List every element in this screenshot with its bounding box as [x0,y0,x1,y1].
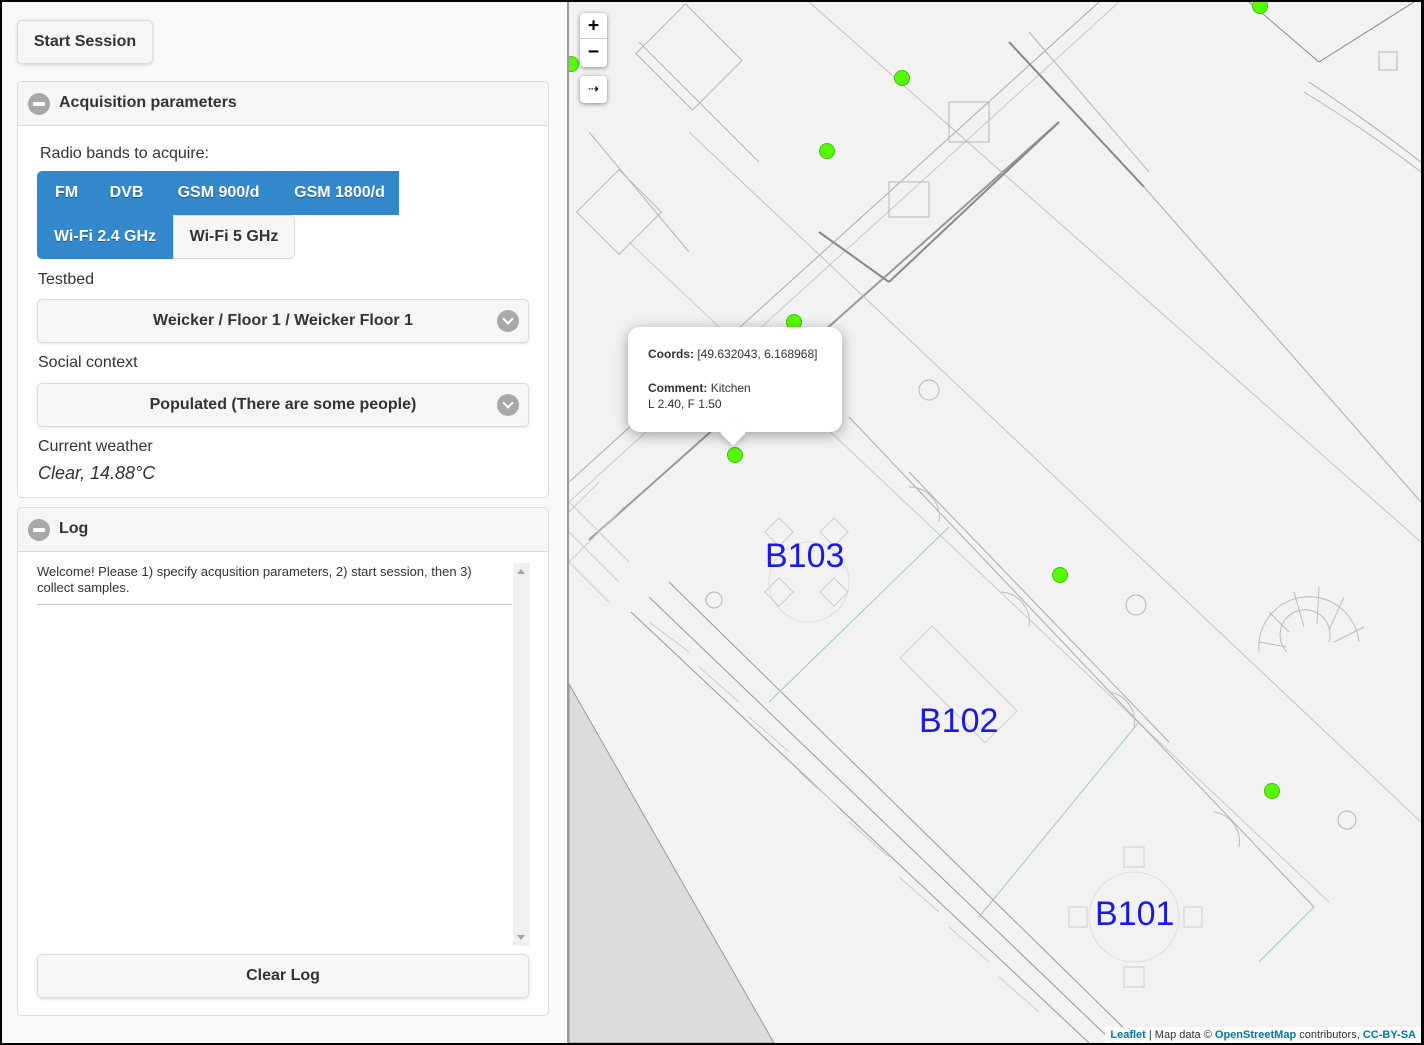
map-attribution: Leaflet | Map data © OpenStreetMap contr… [1105,1027,1421,1043]
scroll-up-arrow-icon[interactable] [517,569,525,574]
log-text: Welcome! Please 1) specify acqusition pa… [37,564,512,605]
floor-plan-map[interactable]: B103 B102 B101 Coords: [49.632043, 6.168… [569,2,1421,1043]
exterior-area [569,682,775,1043]
sample-marker[interactable] [819,143,835,159]
band-toggle-gsm1800[interactable]: GSM 1800/d [280,171,399,215]
sample-marker[interactable] [1264,783,1280,799]
social-context-value: Populated (There are some people) [149,396,417,413]
band-toggle-dvb[interactable]: DVB [96,171,157,215]
chevron-down-icon [497,310,519,332]
clear-log-button[interactable]: Clear Log [37,954,529,998]
popup-extra: L 2.40, F 1.50 [648,397,722,411]
start-session-button[interactable]: Start Session [17,20,153,64]
band-toggle-wifi24[interactable]: Wi-Fi 2.4 GHz [37,215,173,259]
weather-value: Clear, 14.88°C [38,463,156,483]
weather-label: Current weather [38,438,153,455]
log-panel: Log Welcome! Please 1) specify acqusitio… [17,507,549,1016]
control-panel: Start Session Acquisition parameters Rad… [2,2,567,1043]
scroll-down-arrow-icon[interactable] [517,935,525,940]
leaflet-link[interactable]: Leaflet [1110,1029,1145,1041]
room-label-b103: B103 [765,537,845,575]
chevron-down-icon [497,394,519,416]
marker-popup: Coords: [49.632043, 6.168968] Comment: K… [628,327,842,446]
testbed-value: Weicker / Floor 1 / Weicker Floor 1 [153,312,413,329]
sample-marker[interactable] [1052,567,1068,583]
band-toggle-wifi5[interactable]: Wi-Fi 5 GHz [173,215,295,259]
testbed-select[interactable]: Weicker / Floor 1 / Weicker Floor 1 [37,299,529,343]
sample-marker[interactable] [894,70,910,86]
acquisition-parameters-panel: Acquisition parameters Radio bands to ac… [17,81,549,498]
collapse-icon [28,93,50,115]
sample-marker-selected[interactable] [727,447,743,463]
popup-coords: Coords: [49.632043, 6.168968] [648,347,818,361]
arrow-right-icon[interactable]: ⇢ [580,76,607,103]
zoom-in-button[interactable]: + [580,13,607,39]
room-label-b101: B101 [1095,895,1175,933]
room-label-b102: B102 [919,702,999,740]
radio-bands-label: Radio bands to acquire: [40,145,209,162]
popup-comment: Comment: Kitchen [648,381,751,395]
license-link[interactable]: CC-BY-SA [1363,1029,1416,1041]
zoom-control: + − [580,13,607,67]
log-textarea[interactable]: Welcome! Please 1) specify acqusition pa… [37,560,530,946]
log-scrollbar[interactable] [513,563,530,946]
zoom-out-button[interactable]: − [580,39,607,65]
social-context-label: Social context [38,354,138,371]
band-toggle-gsm900[interactable]: GSM 900/d [157,171,280,215]
social-context-select[interactable]: Populated (There are some people) [37,383,529,427]
log-header[interactable]: Log [18,508,548,552]
collapse-icon [28,519,50,541]
osm-link[interactable]: OpenStreetMap [1215,1029,1296,1041]
panel-title: Acquisition parameters [59,94,237,111]
acquisition-parameters-header[interactable]: Acquisition parameters [18,82,548,126]
floor-plan-drawing [569,2,1421,1043]
band-toggle-fm[interactable]: FM [37,171,96,215]
testbed-label: Testbed [38,271,95,288]
panel-title: Log [59,520,89,537]
